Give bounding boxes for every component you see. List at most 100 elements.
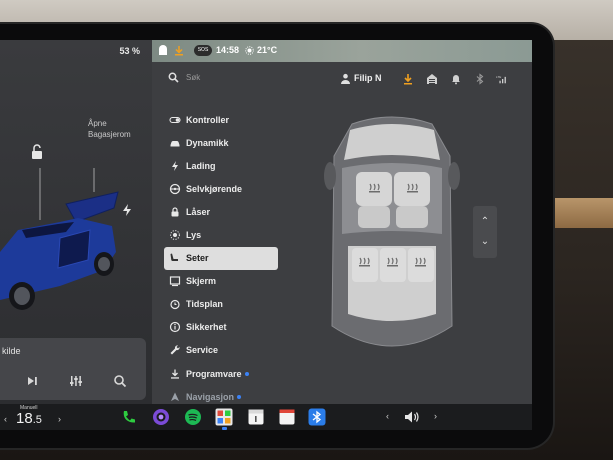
active-app-indicator (222, 427, 227, 430)
settings-menu: Kontroller Dynamikk Lading Selvkjørende Låse… (164, 108, 278, 408)
seat-heater-front-right-icon[interactable] (407, 183, 418, 193)
battery-level: 53 % (119, 46, 140, 56)
bluetooth-app-icon[interactable] (308, 408, 326, 426)
navigation-arrow-icon (164, 391, 186, 403)
seat-icon (164, 252, 186, 264)
menu-item-label: Lys (186, 230, 202, 241)
temp-decrease-arrow[interactable]: ‹ (4, 414, 7, 424)
menu-item-label: Selvkjørende (186, 183, 243, 194)
seat-heater-car-diagram (324, 116, 460, 347)
car-3d-render (0, 168, 119, 310)
update-dot (237, 394, 242, 399)
display-icon (164, 275, 186, 287)
bell-icon[interactable] (450, 73, 462, 85)
seat-heater-rear-center-icon[interactable] (387, 257, 398, 267)
clock: 14:58 (216, 45, 240, 55)
update-dot (244, 371, 249, 376)
sentry-icon[interactable] (158, 45, 168, 56)
seat-heater-rear-left-icon[interactable] (359, 257, 370, 267)
menu-item-label: Kontroller (186, 114, 230, 125)
menu-item-dynamikk[interactable]: Dynamikk (164, 131, 278, 154)
wrench-icon (164, 344, 186, 356)
tesla-touchscreen: 53 % Åpne Bagasjerom kilde SOS 14:58 21°… (0, 40, 532, 430)
menu-item-skjerm[interactable]: Skjerm (164, 270, 278, 293)
sos-badge: SOS (194, 45, 212, 56)
svg-text:LTE: LTE (496, 75, 501, 79)
lte-signal-icon: LTE (496, 75, 506, 84)
media-search-icon[interactable] (112, 374, 128, 388)
photo-scene: 53 % Åpne Bagasjerom kilde SOS 14:58 21°… (0, 0, 613, 460)
open-trunk-label-line2: Bagasjerom (88, 130, 131, 139)
menu-item-label: Låser (186, 206, 211, 217)
menu-item-programvare[interactable]: Programvare (164, 362, 278, 385)
menu-item-sikkerhet[interactable]: Sikkerhet (164, 316, 278, 339)
search-input[interactable]: Søk (186, 73, 200, 82)
chevron-down-icon[interactable]: ⌄ (479, 236, 491, 248)
menu-item-label: Dynamikk (186, 137, 229, 148)
driver-profile-name[interactable]: Filip N (354, 73, 382, 83)
media-player-card[interactable]: kilde (0, 338, 146, 400)
menu-item-label: Navigasjon (186, 391, 235, 402)
open-trunk-label-line1: Åpne (88, 119, 107, 128)
menu-item-label: Programvare (186, 368, 242, 379)
menu-item-seter[interactable]: Seter (164, 246, 278, 270)
bluetooth-icon[interactable] (474, 73, 486, 85)
menu-item-label: Skjerm (186, 276, 217, 287)
temp-integer: 18 (16, 410, 33, 427)
volume-icon[interactable] (403, 408, 421, 426)
menu-item-lading[interactable]: Lading (164, 154, 278, 177)
menu-item-selvkj-rende[interactable]: Selvkjørende (164, 177, 278, 200)
menu-item-kontroller[interactable]: Kontroller (164, 108, 278, 131)
phone-icon[interactable] (120, 408, 138, 426)
search-icon[interactable] (168, 72, 179, 83)
car-icon (164, 137, 186, 149)
bottom-dock: ‹ Manuell 18.5 › ‹ › (0, 404, 532, 430)
lock-open-icon[interactable] (30, 144, 44, 160)
chevron-up-icon[interactable]: ⌃ (479, 216, 491, 228)
cabin-temperature[interactable]: 18.5 (16, 410, 42, 427)
steering-wheel-icon (164, 183, 186, 195)
menu-item-l-ser[interactable]: Låser (164, 200, 278, 223)
temp-decimal: .5 (32, 414, 42, 426)
outside-temperature: 21°C (257, 45, 278, 55)
menu-item-label: Lading (186, 160, 216, 171)
media-source-label: kilde (2, 346, 21, 356)
calendar-icon[interactable] (247, 408, 265, 426)
menu-item-label: Service (186, 345, 219, 356)
alarm-clock-icon (164, 298, 186, 310)
seat-heater-rear-right-icon[interactable] (415, 257, 426, 267)
download-status-icon[interactable] (174, 45, 184, 56)
user-profile-icon[interactable] (340, 73, 351, 84)
menu-item-label: Seter (186, 253, 209, 264)
next-track-icon[interactable] (24, 374, 40, 388)
settings-header: Søk Filip N LTE (152, 62, 532, 94)
menu-item-label: Sikkerhet (186, 322, 227, 333)
wood-dashboard-trim (555, 198, 613, 228)
temp-increase-arrow[interactable]: › (58, 414, 61, 424)
bolt-icon (164, 160, 186, 172)
menu-item-service[interactable]: Service (164, 339, 278, 362)
settings-panel: Søk Filip N LTE Kontroller Dynamikk Lading… (152, 62, 532, 404)
volume-decrease-chevron[interactable]: ‹ (386, 411, 389, 421)
sun-icon (164, 229, 186, 241)
toggle-icon (164, 114, 186, 126)
equalizer-icon[interactable] (68, 374, 84, 388)
lock-icon (164, 206, 186, 218)
menu-item-tidsplan[interactable]: Tidsplan (164, 293, 278, 316)
download-icon (164, 368, 186, 380)
car-status-panel: 53 % Åpne Bagasjerom kilde (0, 40, 152, 404)
apps-launcher-icon[interactable] (215, 408, 233, 426)
volume-increase-chevron[interactable]: › (434, 411, 437, 421)
garage-icon[interactable] (426, 73, 438, 85)
open-trunk-button[interactable]: Åpne Bagasjerom (88, 118, 131, 140)
top-status-bar: SOS 14:58 21°C (152, 40, 532, 62)
download-icon[interactable] (402, 73, 414, 85)
menu-item-lys[interactable]: Lys (164, 223, 278, 246)
sun-icon (245, 46, 254, 55)
camera-icon[interactable] (152, 408, 170, 426)
menu-item-label: Tidsplan (186, 299, 223, 310)
info-circle-icon (164, 321, 186, 333)
notes-icon[interactable] (278, 408, 296, 426)
spotify-icon[interactable] (184, 408, 202, 426)
seat-heater-front-left-icon[interactable] (369, 183, 380, 193)
